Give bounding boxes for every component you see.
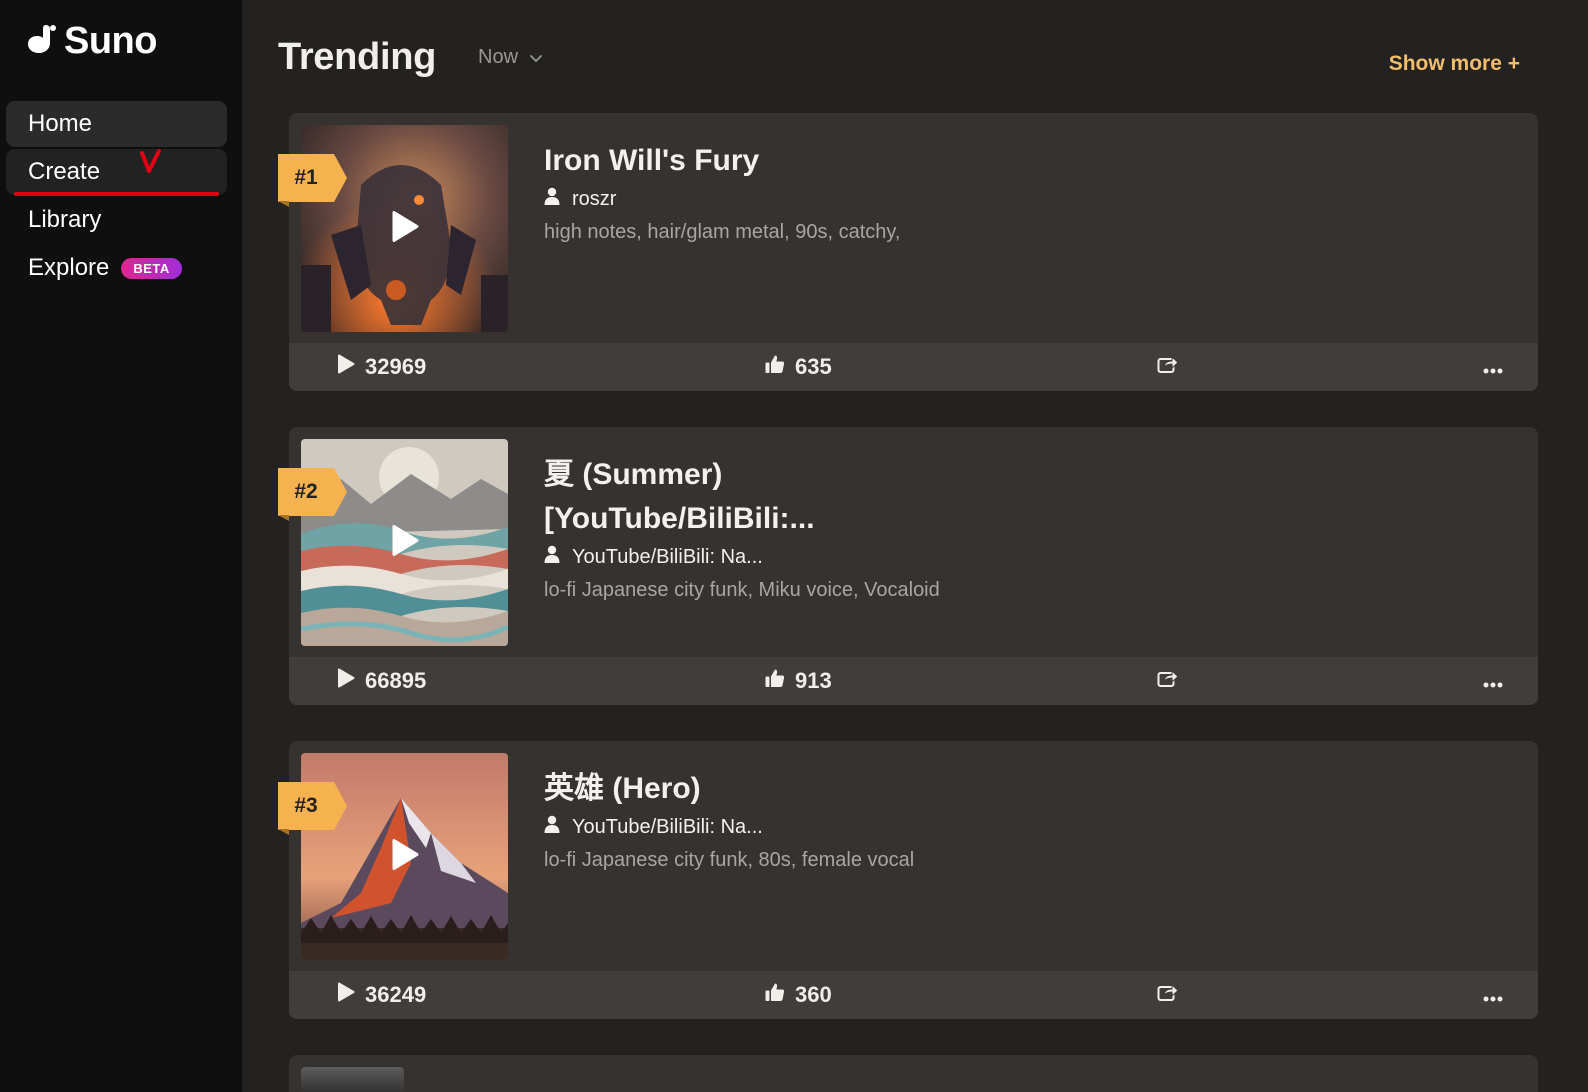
song-action-bar: 66895 913 [289,657,1538,705]
user-icon [544,545,560,569]
thumbs-up-icon [765,982,785,1008]
share-button[interactable] [1157,343,1179,391]
sidebar-item-home[interactable]: Home [6,101,227,147]
share-button[interactable] [1157,657,1179,705]
song-author[interactable]: roszr [544,187,964,211]
play-icon [337,668,355,694]
sidebar: Suno Home Create Library Explore BETA [0,0,242,1092]
sidebar-item-label: Explore [28,254,110,281]
thumbs-up-icon [765,354,785,380]
rank-badge-tip [334,468,347,516]
song-card-body: #3 英雄 (Hero) YouTube/BiliBili: Na... lo-… [278,741,1538,971]
rank-badge: #3 [278,781,347,835]
sidebar-item-label: Create [28,158,101,185]
song-card: #2 夏 (Summer) [YouTube/BiliBili:... YouT… [278,427,1538,705]
play-count-button[interactable]: 66895 [337,657,426,705]
play-count: 66895 [365,668,427,693]
app: Suno Home Create Library Explore BETA Tr… [0,0,1588,1092]
time-filter-label: Now [478,46,519,68]
song-author[interactable]: YouTube/BiliBili: Na... [544,815,964,839]
sidebar-item-explore[interactable]: Explore BETA [6,245,227,291]
author-name: YouTube/BiliBili: Na... [572,545,763,568]
more-horizontal-icon [1483,354,1503,380]
more-horizontal-icon [1483,982,1503,1008]
song-tags: high notes, hair/glam metal, 90s, catchy… [544,221,901,243]
play-icon [337,982,355,1008]
sidebar-item-library[interactable]: Library [6,197,227,243]
play-icon [391,838,419,875]
like-count: 635 [795,354,832,379]
play-count: 32969 [365,354,427,379]
thumbs-up-icon [765,668,785,694]
rank-label: #3 [278,782,334,830]
song-card-partial [289,1055,1538,1092]
chevron-down-icon [530,46,542,69]
rank-badge-tip [334,154,347,202]
annotation-underline [14,192,219,196]
user-icon [544,187,560,211]
share-icon [1157,668,1179,694]
song-card: #1 Iron Will's Fury roszr high notes, ha… [278,113,1538,391]
rank-badge-tip [334,782,347,830]
share-icon [1157,982,1179,1008]
song-card: #3 英雄 (Hero) YouTube/BiliBili: Na... lo-… [278,741,1538,1019]
song-card-body: #1 Iron Will's Fury roszr high notes, ha… [278,113,1538,343]
play-icon [391,524,419,561]
page-title: Trending [278,36,437,78]
show-more-link[interactable]: Show more + [1389,52,1520,76]
brand-name: Suno [64,20,157,62]
author-name: roszr [572,187,617,210]
time-filter-dropdown[interactable]: Now [478,46,542,69]
song-author[interactable]: YouTube/BiliBili: Na... [544,545,964,569]
trending-header: Trending Now [278,36,542,79]
suno-logo[interactable]: Suno [26,20,157,63]
sidebar-item-label: Library [28,206,102,233]
play-count-button[interactable]: 36249 [337,971,426,1019]
song-tags: lo-fi Japanese city funk, 80s, female vo… [544,849,915,871]
rank-badge-fold [278,201,289,207]
song-tags: lo-fi Japanese city funk, Miku voice, Vo… [544,579,940,601]
like-button[interactable]: 360 [765,971,832,1019]
more-options-button[interactable] [1483,971,1503,1019]
song-card-body: #2 夏 (Summer) [YouTube/BiliBili:... YouT… [278,427,1538,657]
song-title[interactable]: 夏 (Summer) [YouTube/BiliBili:... [544,453,964,541]
like-button[interactable]: 635 [765,343,832,391]
song-title[interactable]: 英雄 (Hero) [544,767,964,811]
song-info: 夏 (Summer) [YouTube/BiliBili:... YouTube… [544,453,964,606]
main-content: Trending Now Show more + #1 Iron Will's … [242,0,1588,1092]
author-name: YouTube/BiliBili: Na... [572,815,763,838]
rank-badge-fold [278,829,289,835]
song-title[interactable]: Iron Will's Fury [544,139,964,183]
play-icon [337,354,355,380]
like-count: 913 [795,668,832,693]
sidebar-item-label: Home [28,110,93,137]
rank-badge: #2 [278,467,347,521]
song-info: Iron Will's Fury roszr high notes, hair/… [544,139,964,248]
play-icon [391,210,419,247]
share-button[interactable] [1157,971,1179,1019]
beta-badge: BETA [121,257,182,279]
play-count-button[interactable]: 32969 [337,343,426,391]
rank-badge: #1 [278,153,347,207]
song-info: 英雄 (Hero) YouTube/BiliBili: Na... lo-fi … [544,767,964,876]
annotation-check-mark [140,149,162,182]
suno-logo-icon [26,23,58,60]
user-icon [544,815,560,839]
more-horizontal-icon [1483,668,1503,694]
song-action-bar: 36249 360 [289,971,1538,1019]
more-options-button[interactable] [1483,343,1503,391]
rank-label: #2 [278,468,334,516]
share-icon [1157,354,1179,380]
like-button[interactable]: 913 [765,657,832,705]
play-count: 36249 [365,982,427,1007]
rank-label: #1 [278,154,334,202]
song-cover-image[interactable] [301,1067,404,1092]
more-options-button[interactable] [1483,657,1503,705]
rank-badge-fold [278,515,289,521]
song-action-bar: 32969 635 [289,343,1538,391]
like-count: 360 [795,982,832,1007]
sidebar-nav: Home Create Library Explore BETA [6,101,227,293]
sidebar-item-create[interactable]: Create [6,149,227,195]
